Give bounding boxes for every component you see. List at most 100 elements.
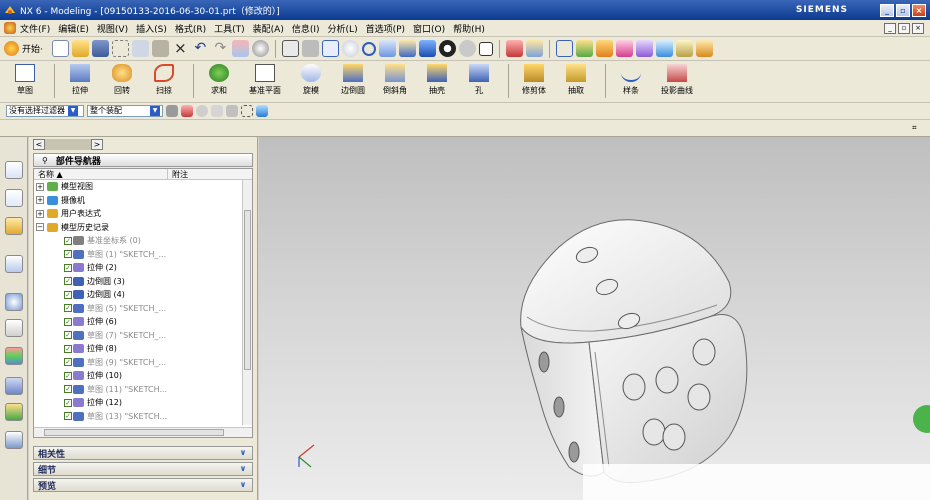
checkbox-icon[interactable]: ✓ [64, 385, 72, 394]
tree-row[interactable]: ✓ 拉伸 (2) [34, 261, 252, 275]
feature-group-icon[interactable] [595, 40, 613, 57]
tree-row[interactable]: + 摄像机 [34, 194, 252, 208]
paste-icon[interactable] [151, 40, 169, 57]
side-panel-toggle-icon[interactable] [913, 405, 930, 433]
menu-format[interactable]: 格式(R) [175, 22, 206, 35]
background-icon[interactable] [458, 40, 476, 57]
column-attach-header[interactable]: 附注 [168, 169, 188, 179]
tree-row[interactable]: ✓ 拉伸 (8) [34, 342, 252, 356]
copy-icon[interactable] [131, 40, 149, 57]
grid-icon[interactable] [675, 40, 693, 57]
tree-row[interactable]: ✓ 草图 (11) "SKETCH... [34, 383, 252, 397]
measure-icon[interactable] [695, 40, 713, 57]
doc-restore-button[interactable]: ▫ [898, 22, 910, 34]
menu-preferences[interactable]: 首选项(P) [366, 22, 405, 35]
checkbox-icon[interactable]: ✓ [64, 277, 72, 286]
trim-body-button[interactable]: 修剪体 [515, 64, 553, 96]
expand-toggle-icon[interactable]: + [36, 209, 44, 218]
tree-vertical-scrollbar[interactable] [242, 180, 252, 425]
solid-select-icon[interactable] [256, 105, 268, 117]
tree-row[interactable]: ✓ 草图 (7) "SKETCH_... [34, 329, 252, 343]
redo-icon[interactable]: ↷ [212, 40, 229, 57]
tree-horizontal-scrollbar[interactable] [34, 427, 252, 437]
delete-icon[interactable]: × [172, 40, 189, 57]
history-tab[interactable] [5, 293, 23, 311]
checkbox-icon[interactable]: ✓ [64, 250, 72, 259]
menu-view[interactable]: 视图(V) [97, 22, 128, 35]
point-snap-icon[interactable] [196, 105, 208, 117]
sketch-button[interactable]: 草图 [6, 64, 44, 96]
zoom-window-icon[interactable] [301, 40, 319, 57]
graphics-window[interactable] [259, 137, 930, 500]
tree-row[interactable]: + 用户表达式 [34, 207, 252, 221]
doc-minimize-button[interactable]: _ [884, 22, 896, 34]
layer-icon[interactable] [525, 40, 543, 57]
doc-close-button[interactable]: × [912, 22, 924, 34]
tree-row[interactable]: ✓ 草图 (5) "SKETCH_... [34, 302, 252, 316]
selection-intent-icon[interactable] [181, 105, 193, 117]
tree-row[interactable]: ✓ 拉伸 (12) [34, 396, 252, 410]
menu-tools[interactable]: 工具(T) [214, 22, 245, 35]
endpoint-snap-icon[interactable] [211, 105, 223, 117]
hole-button[interactable]: 孔 [460, 64, 498, 96]
sweep-button[interactable]: 扫掠 [145, 64, 183, 96]
repeat-command-icon[interactable] [231, 40, 249, 57]
extrude-button[interactable]: 拉伸 [61, 64, 99, 96]
scroll-thumb[interactable] [244, 210, 251, 370]
tree-row[interactable]: − 模型历史记录 [34, 221, 252, 235]
new-file-icon[interactable] [51, 40, 69, 57]
sketch-curve-icon[interactable] [555, 40, 573, 57]
perspective-icon[interactable] [398, 40, 416, 57]
menu-file[interactable]: 文件(F) [20, 22, 50, 35]
orient-view-icon[interactable] [418, 40, 436, 57]
menu-window[interactable]: 窗口(O) [413, 22, 445, 35]
checkbox-icon[interactable]: ✓ [64, 398, 72, 407]
checkbox-icon[interactable]: ✓ [64, 263, 72, 272]
reuse-library-tab[interactable] [5, 255, 23, 273]
checkbox-icon[interactable]: ✓ [64, 344, 72, 353]
fit-view-icon[interactable] [281, 40, 299, 57]
tree-row[interactable]: ✓ 边倒圆 (4) [34, 288, 252, 302]
midpoint-snap-icon[interactable] [226, 105, 238, 117]
wcs-icon[interactable] [575, 40, 593, 57]
start-menu-button[interactable]: 开始· [4, 41, 43, 56]
roles-tab[interactable] [5, 347, 23, 365]
checkbox-icon[interactable]: ✓ [64, 304, 72, 313]
checkbox-icon[interactable]: ✓ [64, 290, 72, 299]
menu-insert[interactable]: 插入(S) [136, 22, 167, 35]
process-studio-tab[interactable] [5, 319, 23, 337]
checkbox-icon[interactable]: ✓ [64, 371, 72, 380]
checkbox-icon[interactable]: ✓ [64, 236, 72, 245]
tree-row[interactable]: + 模型视图 [34, 180, 252, 194]
dependencies-panel[interactable]: 相关性 ∨ [33, 446, 253, 460]
web-browser-tab[interactable] [5, 403, 23, 421]
scroll-left-button[interactable]: < [33, 139, 45, 150]
view-box-icon[interactable] [478, 41, 493, 56]
shell-button[interactable]: 抽壳 [418, 64, 456, 96]
scroll-right-button[interactable]: > [91, 139, 103, 150]
save-icon[interactable] [91, 40, 109, 57]
scroll-thumb[interactable] [44, 429, 224, 436]
checkbox-icon[interactable]: ✓ [64, 331, 72, 340]
app-menu-icon[interactable] [4, 22, 16, 34]
spline-button[interactable]: 样条 [612, 64, 650, 96]
menu-help[interactable]: 帮助(H) [453, 22, 485, 35]
undo-icon[interactable]: ↶ [192, 40, 209, 57]
pin-icon[interactable]: ⚲ [42, 156, 48, 165]
snap-point-icon[interactable] [166, 105, 178, 117]
datum-plane-button[interactable]: 基准平面 [242, 64, 288, 96]
expand-toggle-icon[interactable]: − [36, 223, 44, 232]
maximize-button[interactable]: ▫ [896, 3, 910, 17]
tree-row[interactable]: ✓ 基准坐标系 (0) [34, 234, 252, 248]
show-hide-icon[interactable] [251, 40, 269, 57]
unite-button[interactable]: 求和 [200, 64, 238, 96]
render-style-icon[interactable] [438, 40, 456, 57]
menu-edit[interactable]: 编辑(E) [58, 22, 89, 35]
menu-analysis[interactable]: 分析(L) [328, 22, 358, 35]
tree-row[interactable]: ✓ 草图 (1) "SKETCH_... [34, 248, 252, 262]
snap-icon[interactable] [505, 40, 523, 57]
magnify-icon[interactable] [341, 40, 359, 57]
minimize-button[interactable]: _ [880, 3, 894, 17]
box-select-icon[interactable] [241, 105, 253, 117]
checkbox-icon[interactable]: ✓ [64, 317, 72, 326]
